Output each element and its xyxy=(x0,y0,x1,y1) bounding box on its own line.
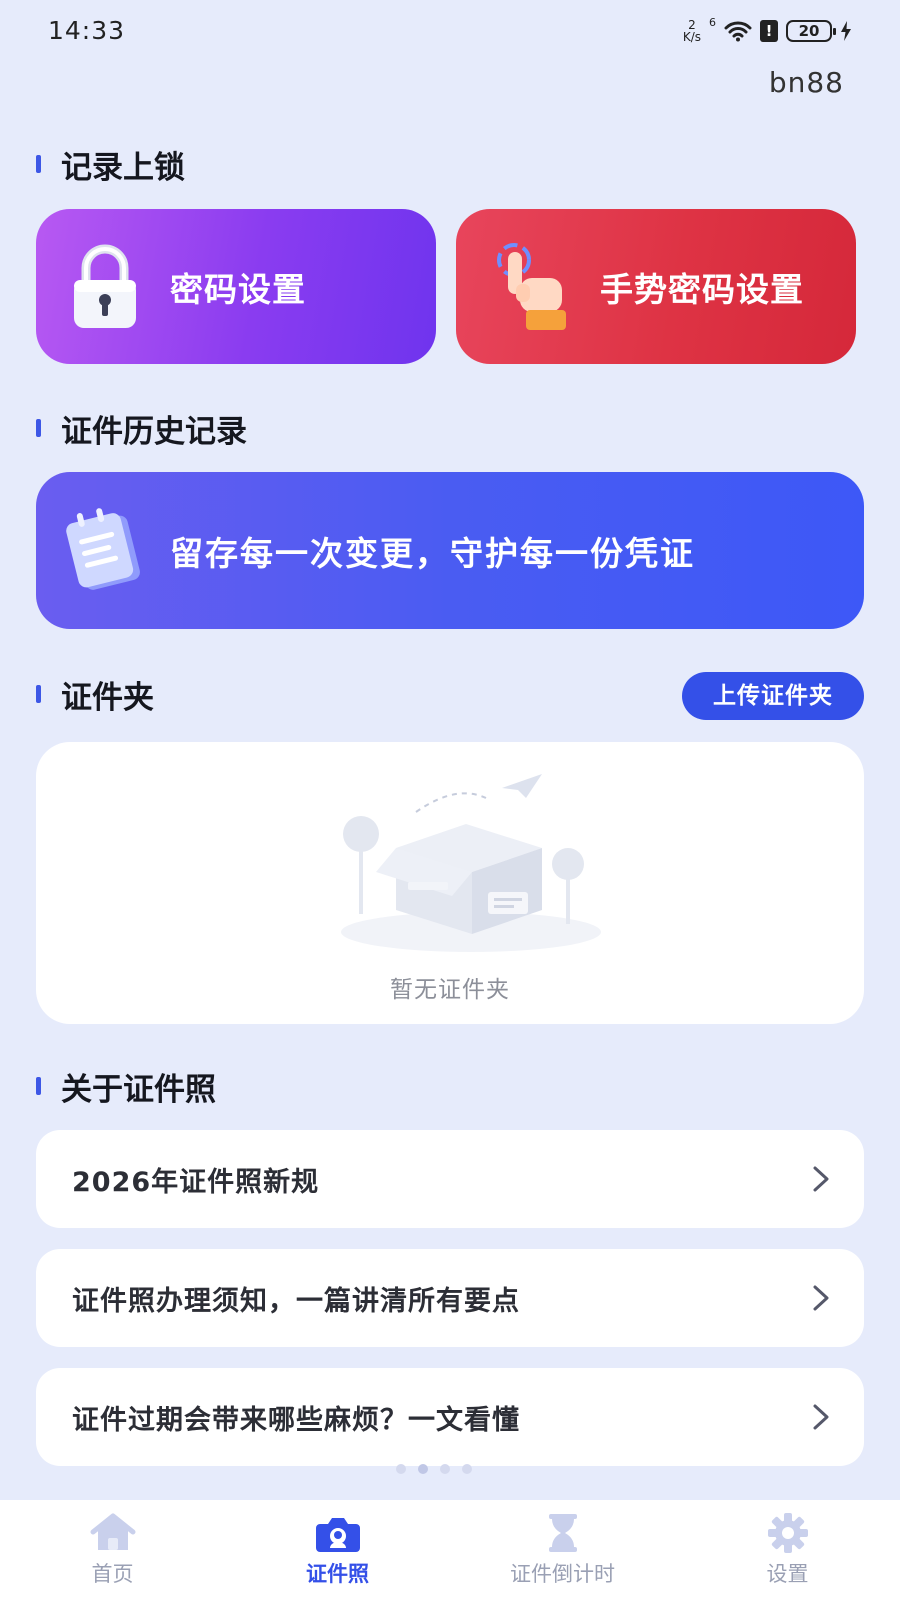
empty-folder-text: 暂无证件夹 xyxy=(390,977,510,1003)
battery-indicator: 20 xyxy=(786,20,836,42)
nav-label: 首页 xyxy=(91,1562,134,1586)
section-folder-header: 证件夹 xyxy=(36,672,154,716)
gesture-password-label: 手势密码设置 xyxy=(600,269,804,309)
folder-empty-card: 暂无证件夹 xyxy=(36,742,864,1024)
pager-dot xyxy=(418,1464,428,1474)
nav-item-home[interactable]: 首页 xyxy=(0,1512,225,1588)
status-icons: 2 K/s 6 ! 20 xyxy=(683,16,852,46)
section-marker xyxy=(36,419,41,437)
page: 14:33 2 K/s 6 ! 20 bn88 记录上锁 密码设置 手势密码设置… xyxy=(0,0,900,1600)
nav-item-settings[interactable]: 设置 xyxy=(675,1512,900,1588)
empty-box-illustration xyxy=(341,774,601,952)
section-history-header: 证件历史记录 xyxy=(36,406,247,450)
section-title: 证件夹 xyxy=(61,679,154,716)
charging-bolt-icon xyxy=(841,21,851,41)
article-item[interactable]: 2026年证件照新规 xyxy=(36,1130,864,1228)
hourglass-icon xyxy=(548,1514,577,1552)
chevron-right-icon xyxy=(813,1166,829,1192)
status-bar: 14:33 2 K/s 6 ! 20 xyxy=(0,0,900,60)
pager-dot xyxy=(440,1464,450,1474)
wifi-badge: 6 xyxy=(709,16,716,29)
article-title: 证件过期会带来哪些麻烦？一文看懂 xyxy=(72,1404,520,1436)
section-title: 证件历史记录 xyxy=(61,413,247,450)
chevron-right-icon xyxy=(813,1404,829,1430)
user-tag: bn88 xyxy=(768,66,844,99)
status-time: 14:33 xyxy=(48,16,126,45)
network-speed: 2 K/s xyxy=(683,19,701,43)
nav-label: 证件倒计时 xyxy=(510,1562,615,1586)
nav-label: 证件照 xyxy=(306,1562,369,1586)
network-speed-unit: K/s xyxy=(682,30,701,44)
article-item[interactable]: 证件照办理须知，一篇讲清所有要点 xyxy=(36,1249,864,1347)
section-title: 关于证件照 xyxy=(61,1071,216,1108)
pager-dots xyxy=(396,1464,472,1474)
gear-icon xyxy=(767,1513,808,1553)
gesture-hand-icon xyxy=(497,242,566,330)
notebook-icon xyxy=(66,507,140,590)
nav-label: 设置 xyxy=(766,1562,809,1586)
article-title: 证件照办理须知，一篇讲清所有要点 xyxy=(72,1285,520,1317)
password-setting-label: 密码设置 xyxy=(170,269,306,309)
home-icon xyxy=(90,1513,135,1550)
article-title: 2026年证件照新规 xyxy=(72,1166,320,1198)
password-setting-card[interactable]: 密码设置 xyxy=(36,209,436,364)
gesture-password-card[interactable]: 手势密码设置 xyxy=(456,209,856,364)
padlock-icon xyxy=(74,244,136,328)
history-banner-text: 留存每一次变更，守护每一份凭证 xyxy=(170,533,695,573)
pager-dot xyxy=(396,1464,406,1474)
section-marker xyxy=(36,1077,41,1095)
bottom-nav: 首页 证件照 证件倒计时 设置 xyxy=(0,1500,900,1600)
chevron-right-icon xyxy=(813,1285,829,1311)
upload-folder-button[interactable]: 上传证件夹 xyxy=(682,672,864,720)
alert-icon: ! xyxy=(760,20,778,42)
pager-dot xyxy=(462,1464,472,1474)
section-lock-header: 记录上锁 xyxy=(36,142,185,186)
nav-item-countdown[interactable]: 证件倒计时 xyxy=(450,1512,675,1588)
wifi-icon xyxy=(724,21,752,42)
section-title: 记录上锁 xyxy=(61,149,185,186)
camera-icon xyxy=(315,1518,360,1552)
nav-item-id-photo[interactable]: 证件照 xyxy=(225,1512,450,1588)
section-about-header: 关于证件照 xyxy=(36,1064,216,1108)
article-item[interactable]: 证件过期会带来哪些麻烦？一文看懂 xyxy=(36,1368,864,1466)
history-record-banner[interactable]: 留存每一次变更，守护每一份凭证 xyxy=(36,472,864,629)
section-marker xyxy=(36,155,41,173)
section-marker xyxy=(36,685,41,703)
